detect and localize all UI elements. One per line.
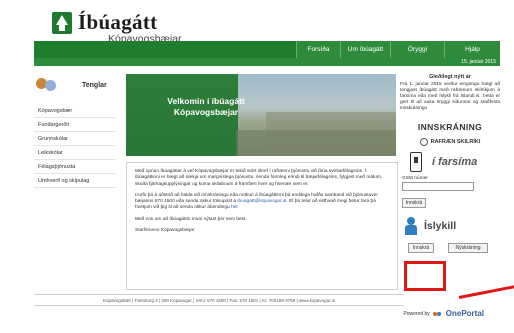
islykill-buttons: Innskrá Nýskráning xyxy=(408,243,500,253)
tab-oryggi[interactable]: Öryggi xyxy=(390,41,444,58)
greeting-text: Frá 1. janúar 2015 verður eingöngu hægt … xyxy=(400,82,500,111)
sidebar-item-grunnskolar[interactable]: Grunnskólar xyxy=(34,132,116,146)
greeting-title: Gleðilegt nýtt ár xyxy=(429,74,471,80)
sidebar-title: Tenglar xyxy=(82,81,107,89)
sidebar-item-leikskolar[interactable]: Leikskólar xyxy=(34,146,116,160)
paragraph-help: Þurfir þú á aðstoð að halda við innskrán… xyxy=(135,193,389,212)
highlight-box xyxy=(404,261,446,291)
logo-title: Íbúagátt xyxy=(78,10,158,34)
tab-um-ibuagatt[interactable]: Um íbúagátt xyxy=(340,41,390,58)
current-date: 15. janúar 2015 xyxy=(461,59,496,65)
islykill-label: Íslykill xyxy=(424,220,457,232)
tab-hjalp[interactable]: Hjálp xyxy=(444,41,500,58)
mobile-id-label: í farsíma xyxy=(432,156,478,168)
islykill-row: Íslykill xyxy=(404,217,500,235)
highlight-pointer-line xyxy=(458,285,514,299)
footer: Kópavogsbær | Fannborg 2 | 200 Kópavogur… xyxy=(34,294,404,306)
electronic-id-heading: RAFRÆN SKILRÍKI xyxy=(400,138,500,146)
paragraph-intro: Með opnun íbúagáttar á vef Kópavogsbæjar… xyxy=(135,169,383,187)
sidebar-item-fundargerdir[interactable]: Fundargerðir xyxy=(34,118,116,132)
person-icon xyxy=(404,217,418,235)
sidebar-item-umhverfi[interactable]: Umhverfi og skipulag xyxy=(34,174,116,188)
gsm-number-input[interactable] xyxy=(402,182,474,191)
islykill-login-button[interactable]: Innskrá xyxy=(408,243,434,253)
top-navigation: Forsíða Um íbúagátt Öryggi Hjálp xyxy=(34,41,500,58)
electronic-id-label: RAFRÆN SKILRÍKI xyxy=(430,139,481,145)
banner-line-2: Kópavogsbæjar xyxy=(173,107,239,117)
paragraph-signature: Starfsmenn Kópavogsbæjar xyxy=(135,228,195,234)
email-link[interactable]: ibuagatt@kopavogur.is xyxy=(237,199,286,204)
register-button[interactable]: Nýskráning xyxy=(448,243,488,253)
sidebar: Tenglar Kópavogsbær Fundargerðir Grunnsk… xyxy=(34,74,116,188)
house-logo-icon xyxy=(52,12,72,34)
page: Íbúagátt Kópavogsbæjar Forsíða Um íbúagá… xyxy=(0,0,514,333)
powered-by: Powered by OnePortal xyxy=(403,309,484,318)
people-icon xyxy=(36,76,58,94)
paragraph-closing: Með von um að íbúagáttin muni nýtast þér… xyxy=(135,216,247,222)
gsm-number-label: GSM númer xyxy=(402,176,428,181)
sidebar-header: Tenglar xyxy=(34,74,116,96)
oneportal-name[interactable]: OnePortal xyxy=(446,309,484,318)
login-title: INNSKRÁNING xyxy=(417,122,483,132)
sidebar-item-kopavogsbaer[interactable]: Kópavogsbær xyxy=(34,104,116,118)
feedback-link[interactable]: hér xyxy=(231,205,238,210)
welcome-banner: Velkomin í íbúagátt Kópavogsbæjar xyxy=(126,74,396,156)
welcome-text: Með opnun íbúagáttar á vef Kópavogsbæjar… xyxy=(126,162,398,290)
mobile-login-button[interactable]: Innskrá xyxy=(402,198,426,208)
date-bar: 15. janúar 2015 xyxy=(34,58,500,66)
oneportal-logo-icon xyxy=(432,311,443,317)
right-column: Gleðilegt nýtt ár Frá 1. janúar 2015 ver… xyxy=(400,74,500,253)
powered-by-label: Powered by xyxy=(403,310,430,317)
radio-circle-icon xyxy=(419,138,428,146)
tab-forsida[interactable]: Forsíða xyxy=(296,41,340,58)
banner-line-1: Velkomin í íbúagátt xyxy=(167,96,245,106)
mobile-id-row: í farsíma xyxy=(410,152,500,172)
sidebar-item-felagsthjonusta[interactable]: Félagsþjónusta xyxy=(34,160,116,174)
sidebar-links: Kópavogsbær Fundargerðir Grunnskólar Lei… xyxy=(34,104,116,188)
site-logo[interactable]: Íbúagátt Kópavogsbæjar xyxy=(52,12,182,45)
mobile-phone-icon xyxy=(410,152,422,172)
